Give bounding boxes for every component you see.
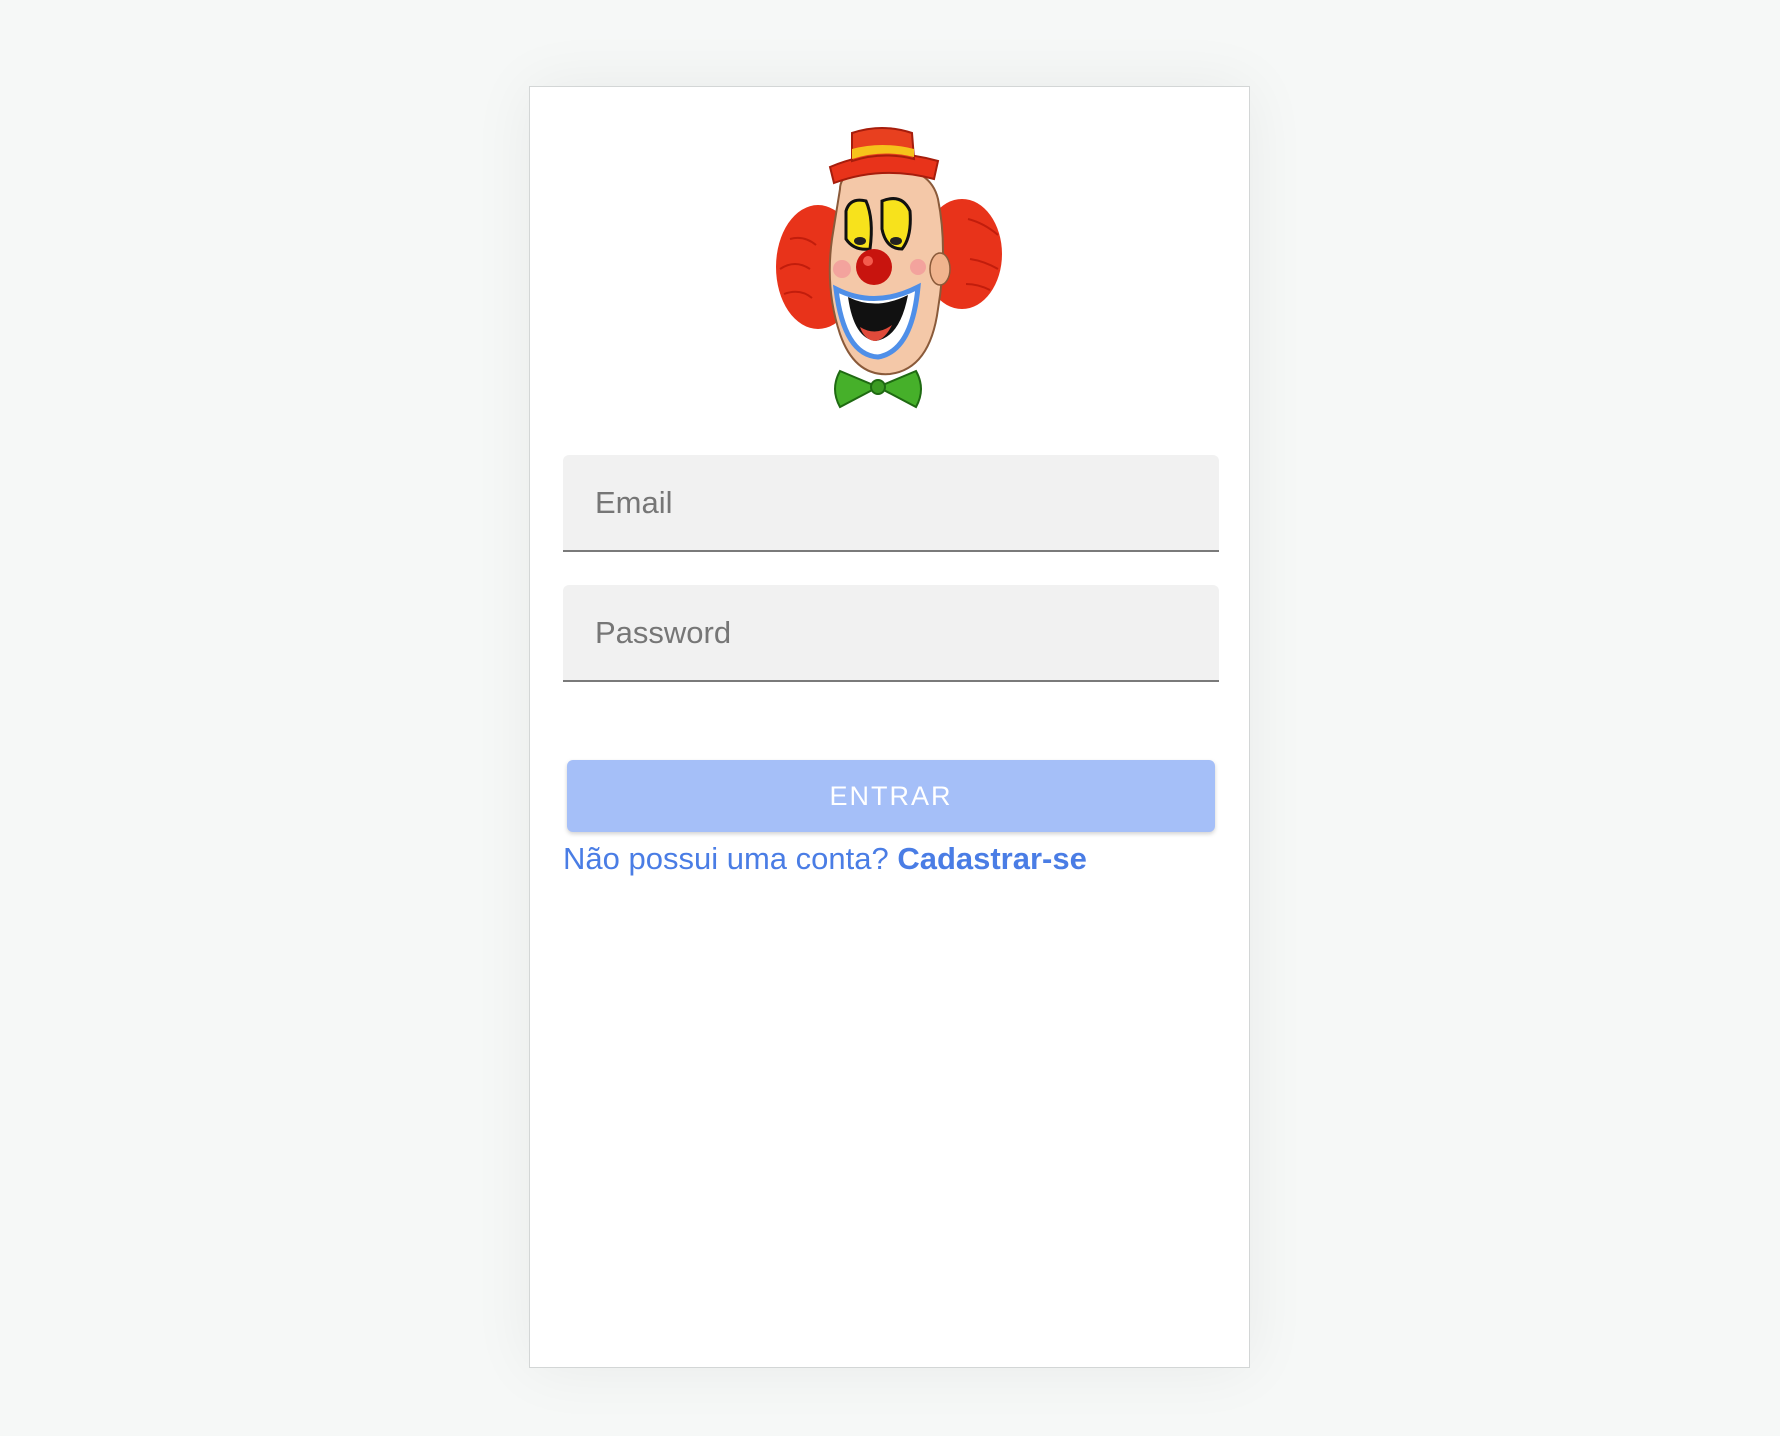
email-input[interactable] xyxy=(563,455,1219,550)
signup-prompt: Não possui uma conta? Cadastrar-se xyxy=(563,841,1087,877)
signup-prompt-text: Não possui uma conta? xyxy=(563,841,898,876)
password-input[interactable] xyxy=(563,585,1219,680)
clown-logo-icon xyxy=(776,127,1002,409)
signup-link[interactable]: Cadastrar-se xyxy=(897,841,1087,876)
login-card: ENTRAR Não possui uma conta? Cadastrar-s… xyxy=(529,86,1250,1368)
password-field[interactable] xyxy=(563,585,1219,682)
email-field[interactable] xyxy=(563,455,1219,552)
login-button[interactable]: ENTRAR xyxy=(567,760,1215,832)
